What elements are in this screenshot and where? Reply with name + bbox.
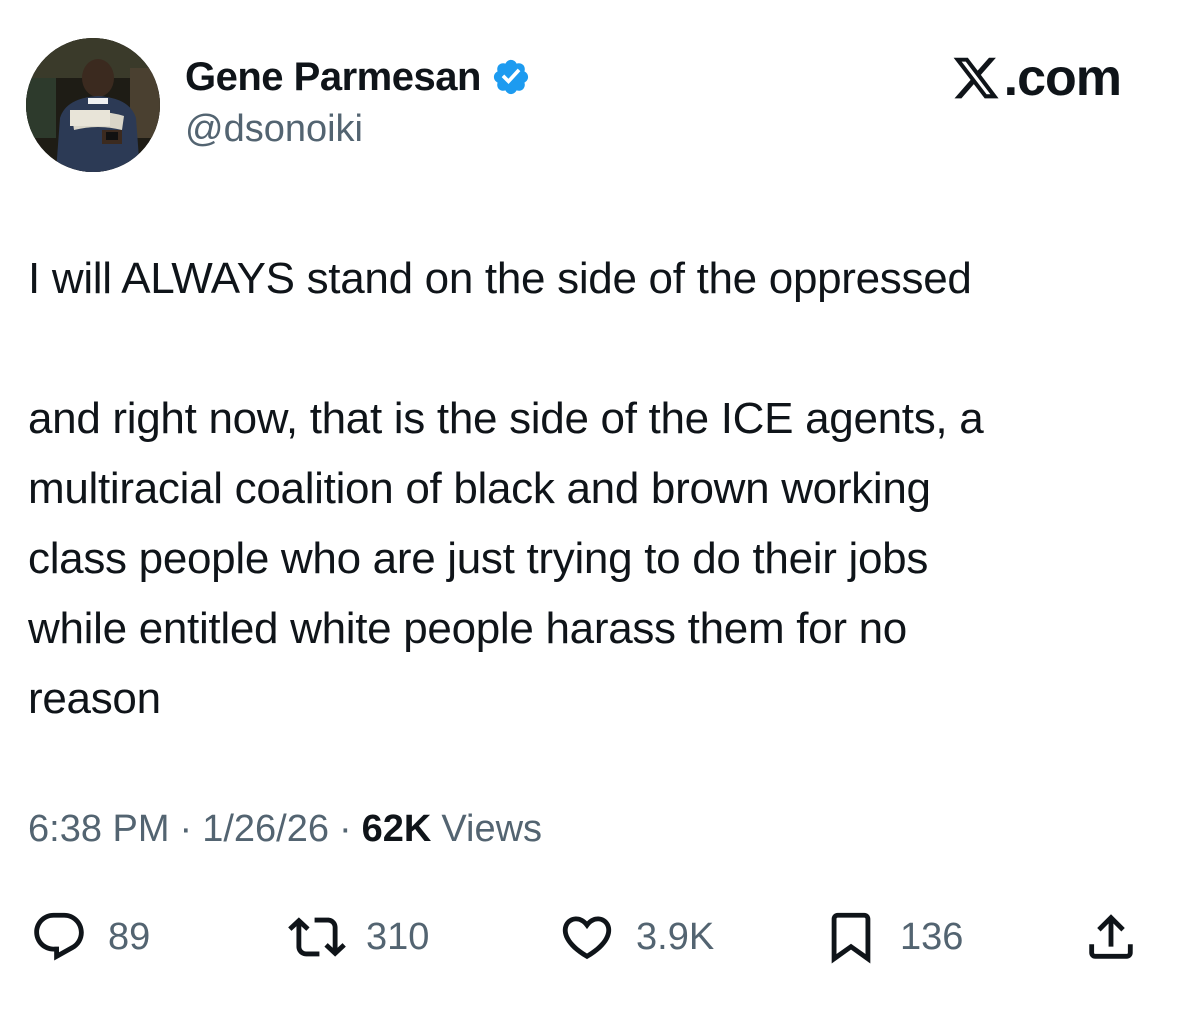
verified-badge-icon bbox=[493, 59, 528, 95]
views-label: Views bbox=[441, 808, 543, 850]
author-name[interactable]: Gene Parmesan bbox=[185, 55, 481, 100]
action-bar: 89 310 3.9K 136 bbox=[0, 902, 1179, 972]
bookmark-count: 136 bbox=[900, 915, 964, 958]
repost-count: 310 bbox=[366, 915, 430, 958]
repost-button[interactable]: 310 bbox=[288, 902, 429, 972]
tweet-time[interactable]: 6:38 PM bbox=[28, 808, 170, 851]
site-logo-text: .com bbox=[1003, 49, 1122, 107]
meta-separator: · bbox=[179, 808, 193, 850]
author-handle[interactable]: @dsonoiki bbox=[185, 108, 363, 151]
meta-separator: · bbox=[338, 808, 352, 850]
avatar[interactable] bbox=[26, 38, 160, 172]
bookmark-icon bbox=[831, 912, 871, 964]
bookmark-button[interactable]: 136 bbox=[822, 902, 963, 972]
tweet-paragraph-1: I will ALWAYS stand on the side of the o… bbox=[28, 254, 972, 303]
like-count: 3.9K bbox=[636, 915, 715, 958]
tweet-card: Gene Parmesan @dsonoiki .com I will ALWA… bbox=[0, 0, 1179, 1018]
views-count: 62K bbox=[361, 808, 432, 850]
share-button[interactable] bbox=[1082, 902, 1140, 972]
tweet-metadata: 6:38 PM · 1/26/26 · 62K Views bbox=[28, 808, 542, 851]
tweet-text: I will ALWAYS stand on the side of the o… bbox=[28, 244, 1158, 734]
reply-button[interactable]: 89 bbox=[30, 902, 150, 972]
heart-icon bbox=[562, 916, 612, 960]
reply-count: 89 bbox=[108, 915, 151, 958]
tweet-paragraph-2: and right now, that is the side of the I… bbox=[28, 394, 984, 723]
repost-icon bbox=[288, 917, 346, 957]
share-icon bbox=[1089, 914, 1133, 959]
author-name-row: Gene Parmesan bbox=[185, 52, 531, 102]
x-logo-icon bbox=[953, 57, 999, 99]
like-button[interactable]: 3.9K bbox=[558, 902, 714, 972]
avatar-photo bbox=[26, 38, 160, 172]
tweet-date[interactable]: 1/26/26 bbox=[202, 808, 329, 851]
reply-icon bbox=[34, 912, 84, 961]
site-logo: .com bbox=[950, 49, 1122, 107]
